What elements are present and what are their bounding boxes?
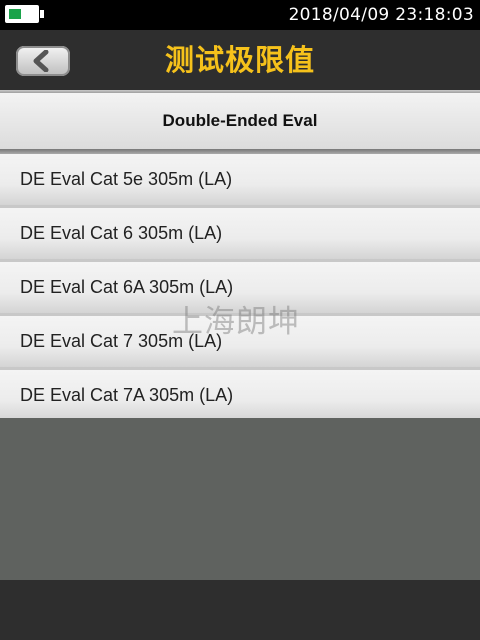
chevron-left-icon (33, 50, 49, 72)
list-item[interactable]: DE Eval Cat 7 305m (LA) (0, 316, 480, 370)
limits-list: Double-Ended Eval DE Eval Cat 5e 305m (L… (0, 90, 480, 424)
section-header: Double-Ended Eval (0, 93, 480, 149)
bottom-bar (0, 580, 480, 640)
list-item[interactable]: DE Eval Cat 6 305m (LA) (0, 208, 480, 262)
page-title: 测试极限值 (164, 43, 315, 77)
list-item[interactable]: DE Eval Cat 6A 305m (LA) (0, 262, 480, 316)
device-screen: 2018/04/09 23:18:03 测试极限值 Double-Ended E… (0, 0, 480, 640)
status-datetime: 2018/04/09 23:18:03 (288, 5, 474, 25)
list-item[interactable]: DE Eval Cat 5e 305m (LA) (0, 154, 480, 208)
empty-content-area (0, 418, 480, 580)
battery-tip (40, 10, 44, 18)
back-button[interactable] (16, 46, 70, 76)
battery-icon (5, 5, 39, 23)
battery-level-fill (9, 9, 21, 19)
status-bar: 2018/04/09 23:18:03 (0, 0, 480, 30)
title-bar: 测试极限值 (0, 30, 480, 90)
list-item[interactable]: DE Eval Cat 7A 305m (LA) (0, 370, 480, 424)
